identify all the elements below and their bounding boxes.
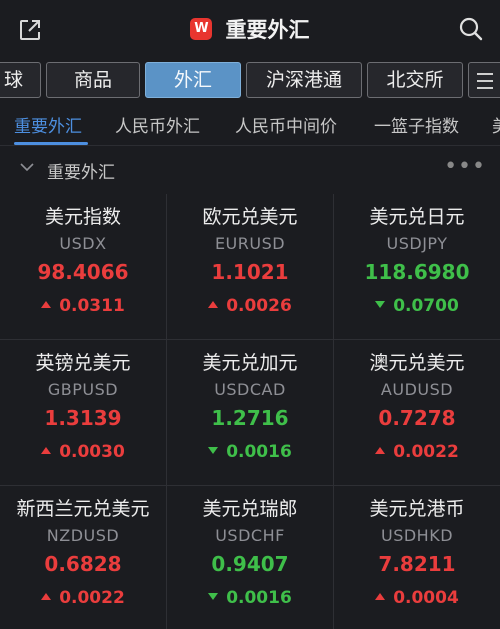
search-icon[interactable] xyxy=(458,16,484,42)
quote-name: 英镑兑美元 xyxy=(35,352,131,374)
quote-code: USDJPY xyxy=(386,234,448,253)
page-title: 重要外汇 xyxy=(225,18,310,42)
change-value: 0.0016 xyxy=(226,442,292,462)
quote-code: USDCAD xyxy=(214,380,286,399)
quote-cell-audusd[interactable]: 澳元兑美元 AUDUSD 0.7278 0.0022 xyxy=(334,340,500,486)
quote-cell-gbpusd[interactable]: 英镑兑美元 GBPUSD 1.3139 0.0030 xyxy=(0,340,166,486)
title-group: W 重要外汇 xyxy=(0,14,500,46)
tab-bse[interactable]: 北交所 xyxy=(367,62,463,98)
quote-change: 0.0016 xyxy=(167,442,333,462)
sub-tabs: 重要外汇 人民币外汇 人民币中间价 一篮子指数 美 xyxy=(0,100,500,146)
change-value: 0.0022 xyxy=(59,588,125,608)
quote-price: 0.6828 xyxy=(44,552,122,576)
quote-cell-nzdusd[interactable]: 新西兰元兑美元 NZDUSD 0.6828 0.0022 xyxy=(0,486,166,629)
quote-cell-usdhkd[interactable]: 美元兑港币 USDHKD 7.8211 0.0004 xyxy=(334,486,500,629)
change-value: 0.0311 xyxy=(59,296,125,316)
quote-name: 美元指数 xyxy=(44,206,121,228)
tab-commodities[interactable]: 商品 xyxy=(46,62,140,98)
quote-change: 0.0022 xyxy=(334,442,500,462)
app-logo: W xyxy=(190,18,213,40)
up-arrow-icon xyxy=(375,446,386,454)
up-arrow-icon xyxy=(41,300,52,308)
tab-hk-connect[interactable]: 沪深港通 xyxy=(246,62,362,98)
quote-code: USDCHF xyxy=(215,526,285,545)
change-value: 0.0030 xyxy=(59,442,125,462)
market-tabs: 球 商品 外汇 沪深港通 北交所 xyxy=(0,58,500,100)
quote-cell-usdjpy[interactable]: 美元兑日元 USDJPY 118.6980 0.0700 xyxy=(334,194,500,340)
quote-price: 0.9407 xyxy=(211,552,289,576)
up-arrow-icon xyxy=(375,592,386,600)
down-arrow-icon xyxy=(375,300,386,308)
quote-cell-usdcad[interactable]: 美元兑加元 USDCAD 1.2716 0.0016 xyxy=(167,340,333,486)
quote-cell-eurusd[interactable]: 欧元兑美元 EURUSD 1.1021 0.0026 xyxy=(167,194,333,340)
section-header[interactable]: 重要外汇 ••• xyxy=(0,146,500,192)
change-value: 0.0700 xyxy=(393,296,459,316)
change-value: 0.0022 xyxy=(393,442,459,462)
quote-price: 1.1021 xyxy=(211,260,289,284)
tab-global[interactable]: 球 xyxy=(0,62,41,98)
quote-cell-usdchf[interactable]: 美元兑瑞郎 USDCHF 0.9407 0.0016 xyxy=(167,486,333,629)
quote-code: USDHKD xyxy=(380,526,454,545)
down-arrow-icon xyxy=(208,592,219,600)
quote-change: 0.0700 xyxy=(334,296,500,316)
tab-label: 北交所 xyxy=(386,69,444,91)
quote-code: USDX xyxy=(59,234,107,253)
quote-name: 美元兑加元 xyxy=(202,352,298,374)
quote-change: 0.0022 xyxy=(0,588,166,608)
subtab-major-forex[interactable]: 重要外汇 xyxy=(14,112,82,137)
quote-change: 0.0004 xyxy=(334,588,500,608)
subtab-us[interactable]: 美 xyxy=(492,112,500,137)
subtab-basket-index[interactable]: 一篮子指数 xyxy=(374,112,459,137)
quote-code: NZDUSD xyxy=(46,526,120,545)
quote-cell-usdx[interactable]: 美元指数 USDX 98.4066 0.0311 xyxy=(0,194,166,340)
section-title: 重要外汇 xyxy=(47,163,115,183)
quote-price: 0.7278 xyxy=(378,406,456,430)
quote-change: 0.0026 xyxy=(167,296,333,316)
quote-code: GBPUSD xyxy=(47,380,119,399)
active-tab-indicator xyxy=(14,142,88,145)
more-options-icon[interactable]: ••• xyxy=(444,156,486,178)
subtab-rmb-central-parity[interactable]: 人民币中间价 xyxy=(235,112,337,137)
quote-price: 118.6980 xyxy=(364,260,470,284)
quote-price: 1.2716 xyxy=(211,406,289,430)
chevron-down-icon[interactable] xyxy=(20,160,34,174)
quote-price: 7.8211 xyxy=(378,552,456,576)
quote-code: EURUSD xyxy=(214,234,286,253)
quote-change: 0.0311 xyxy=(0,296,166,316)
tab-label: 沪深港通 xyxy=(265,69,342,91)
quote-name: 新西兰元兑美元 xyxy=(16,498,150,520)
tab-label: 商品 xyxy=(73,69,112,91)
menu-icon[interactable] xyxy=(468,62,500,98)
quote-name: 澳元兑美元 xyxy=(369,352,465,374)
quote-name: 美元兑日元 xyxy=(369,206,465,228)
quote-change: 0.0030 xyxy=(0,442,166,462)
quote-code: AUDUSD xyxy=(380,380,454,399)
subtab-rmb-forex[interactable]: 人民币外汇 xyxy=(115,112,200,137)
app-header: W 重要外汇 xyxy=(0,0,500,58)
quote-name: 美元兑港币 xyxy=(369,498,465,520)
quote-name: 欧元兑美元 xyxy=(202,206,298,228)
up-arrow-icon xyxy=(208,300,219,308)
up-arrow-icon xyxy=(41,446,52,454)
change-value: 0.0026 xyxy=(226,296,292,316)
tab-label: 球 xyxy=(3,69,23,91)
quote-change: 0.0016 xyxy=(167,588,333,608)
change-value: 0.0004 xyxy=(393,588,459,608)
tab-label: 外汇 xyxy=(173,69,212,91)
tab-forex[interactable]: 外汇 xyxy=(145,62,241,98)
down-arrow-icon xyxy=(208,446,219,454)
quote-name: 美元兑瑞郎 xyxy=(202,498,298,520)
quote-price: 98.4066 xyxy=(37,260,129,284)
quote-price: 1.3139 xyxy=(44,406,122,430)
change-value: 0.0016 xyxy=(226,588,292,608)
up-arrow-icon xyxy=(41,592,52,600)
